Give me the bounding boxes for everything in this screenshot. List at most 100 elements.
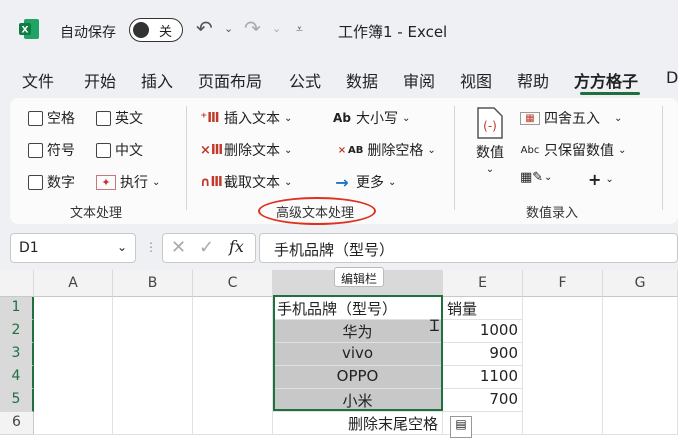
row-header-4[interactable]: 4	[0, 366, 34, 389]
cancel-icon[interactable]: ✕	[171, 237, 186, 258]
undo-icon[interactable]: ↶	[196, 16, 213, 40]
confirm-icon[interactable]: ✓	[199, 237, 214, 258]
select-all-corner[interactable]	[0, 270, 34, 297]
keep-value-button[interactable]: Abc 只保留数值 ⌄	[520, 140, 627, 160]
selection-outline	[273, 295, 443, 411]
customize-toolbar-icon[interactable]: ⩡	[296, 22, 303, 37]
group-separator	[662, 106, 663, 210]
group-separator	[454, 106, 455, 210]
cell-d6[interactable]: 删除末尾空格	[273, 412, 443, 435]
document-title: 工作簿1 - Excel	[338, 23, 448, 41]
row-header-5[interactable]: 5	[0, 389, 34, 412]
column-header-a[interactable]: A	[34, 270, 113, 297]
ribbon-tabs: 文件 开始 插入 页面布局 公式 数据 审阅 视图 帮助 方方格子 D	[0, 62, 678, 96]
formula-bar: D1 ⌄ ⋮ ✕ ✓ fx 手机品牌（型号）	[0, 226, 678, 270]
cell-e1[interactable]: 销量	[443, 297, 523, 320]
column-header-c[interactable]: C	[193, 270, 273, 297]
extract-text-button[interactable]: ∩Ⅲ 截取文本 ⌄	[200, 172, 292, 192]
checkbox-box[interactable]	[96, 110, 111, 126]
autosave-label: 自动保存	[60, 25, 116, 41]
row-header-6[interactable]: 6	[0, 412, 34, 435]
column-header-g[interactable]: G	[603, 270, 678, 297]
edit-cell-button[interactable]: ▦✎ ⌄	[520, 170, 552, 185]
chevron-down-icon: ⌄	[614, 112, 623, 124]
chevron-down-icon[interactable]: ⌄	[117, 240, 127, 254]
title-bar: X 自动保存 关 ↶ ⌄ ↷ ⌄ ⩡ 工作簿1 - Excel	[0, 0, 678, 60]
autosave-state: 关	[159, 25, 173, 40]
tab-formulas[interactable]: 公式	[289, 68, 321, 92]
round-button[interactable]: ▦ 四舍五入 ⌄	[520, 108, 622, 128]
cell-range-c[interactable]	[193, 297, 273, 435]
checkbox-chinese[interactable]: 中文	[96, 140, 143, 160]
group-label-text: 文本处理	[70, 206, 123, 221]
value-button[interactable]: (-) 数值 ⌄	[470, 106, 510, 175]
execute-icon: ✦	[96, 174, 116, 190]
tab-home[interactable]: 开始	[84, 68, 116, 92]
more-button[interactable]: → 更多 ⌄	[332, 172, 396, 192]
cell-range-b[interactable]	[113, 297, 193, 435]
function-icon[interactable]: fx	[229, 237, 244, 256]
case-button[interactable]: Ab 大小写 ⌄	[332, 108, 410, 128]
checkbox-number[interactable]: 数字	[28, 172, 75, 192]
checkbox-box[interactable]	[28, 142, 43, 158]
group-label-number: 数值录入	[526, 206, 579, 221]
paste-options-icon[interactable]: ▤	[450, 416, 472, 438]
execute-button[interactable]: ✦ 执行 ⌄	[96, 172, 160, 192]
delete-text-button[interactable]: ×Ⅲ 删除文本 ⌄	[200, 140, 292, 160]
undo-dropdown-icon[interactable]: ⌄	[224, 22, 233, 35]
name-box[interactable]: D1 ⌄	[10, 233, 136, 263]
excel-logo-icon: X	[19, 19, 39, 39]
tab-overflow[interactable]: D	[666, 68, 678, 87]
remove-space-button[interactable]: × AB 删除空格 ⌄	[332, 140, 436, 160]
cell-e3[interactable]: 900	[443, 343, 523, 366]
autosave-toggle[interactable]: 关	[129, 18, 183, 42]
checkbox-box[interactable]	[28, 174, 43, 190]
tab-view[interactable]: 视图	[460, 68, 492, 92]
cell-range-a[interactable]	[34, 297, 113, 435]
cell-e2[interactable]: 1000	[443, 320, 523, 343]
checkbox-box[interactable]	[28, 110, 43, 126]
row-header-1[interactable]: 1	[0, 297, 34, 320]
chevron-down-icon: ⌄	[485, 164, 495, 175]
tab-file[interactable]: 文件	[22, 68, 54, 92]
cell-range-g[interactable]	[603, 297, 678, 435]
column-header-b[interactable]: B	[113, 270, 193, 297]
tab-page-layout[interactable]: 页面布局	[198, 68, 262, 92]
checkbox-english[interactable]: 英文	[96, 108, 143, 128]
plus-icon: +	[588, 170, 602, 189]
cell-e5[interactable]: 700	[443, 389, 523, 412]
text-cursor-icon: Ɪ	[430, 316, 439, 335]
formula-controls: ✕ ✓ fx	[162, 233, 256, 263]
chevron-down-icon: ⌄	[284, 112, 293, 124]
cell-e4[interactable]: 1100	[443, 366, 523, 389]
column-header-e[interactable]: E	[443, 270, 523, 297]
checkbox-symbol[interactable]: 符号	[28, 140, 75, 160]
column-header-f[interactable]: F	[523, 270, 603, 297]
tab-review[interactable]: 审阅	[403, 68, 435, 92]
svg-text:X: X	[22, 26, 29, 36]
tab-fangfang[interactable]: 方方格子	[574, 68, 638, 92]
more-options-icon[interactable]: ⋮	[145, 240, 157, 254]
add-button[interactable]: + ⌄	[588, 170, 614, 189]
insert-text-button[interactable]: ⁺Ⅲ 插入文本 ⌄	[200, 108, 292, 128]
extract-text-icon: ∩Ⅲ	[200, 174, 223, 190]
tab-insert[interactable]: 插入	[141, 68, 173, 92]
toggle-knob	[133, 22, 149, 38]
redo-icon[interactable]: ↷	[244, 16, 261, 40]
arrow-right-icon: →	[335, 172, 349, 192]
chevron-down-icon: ⌄	[284, 144, 293, 156]
checkbox-box[interactable]	[96, 142, 111, 158]
tab-help[interactable]: 帮助	[517, 68, 549, 92]
row-header-3[interactable]: 3	[0, 343, 34, 366]
chevron-down-icon: ⌄	[618, 144, 627, 156]
tab-data[interactable]: 数据	[346, 68, 378, 92]
cell-range-f[interactable]	[523, 297, 603, 435]
checkbox-space[interactable]: 空格	[28, 108, 75, 128]
formula-input[interactable]: 手机品牌（型号）	[259, 233, 678, 263]
chevron-down-icon: ⌄	[544, 172, 553, 183]
svg-text:(-): (-)	[483, 119, 497, 133]
delete-text-icon: ×Ⅲ	[200, 142, 224, 158]
chevron-down-icon: ⌄	[605, 174, 614, 185]
row-header-2[interactable]: 2	[0, 320, 34, 343]
redo-dropdown-icon[interactable]: ⌄	[272, 22, 281, 35]
